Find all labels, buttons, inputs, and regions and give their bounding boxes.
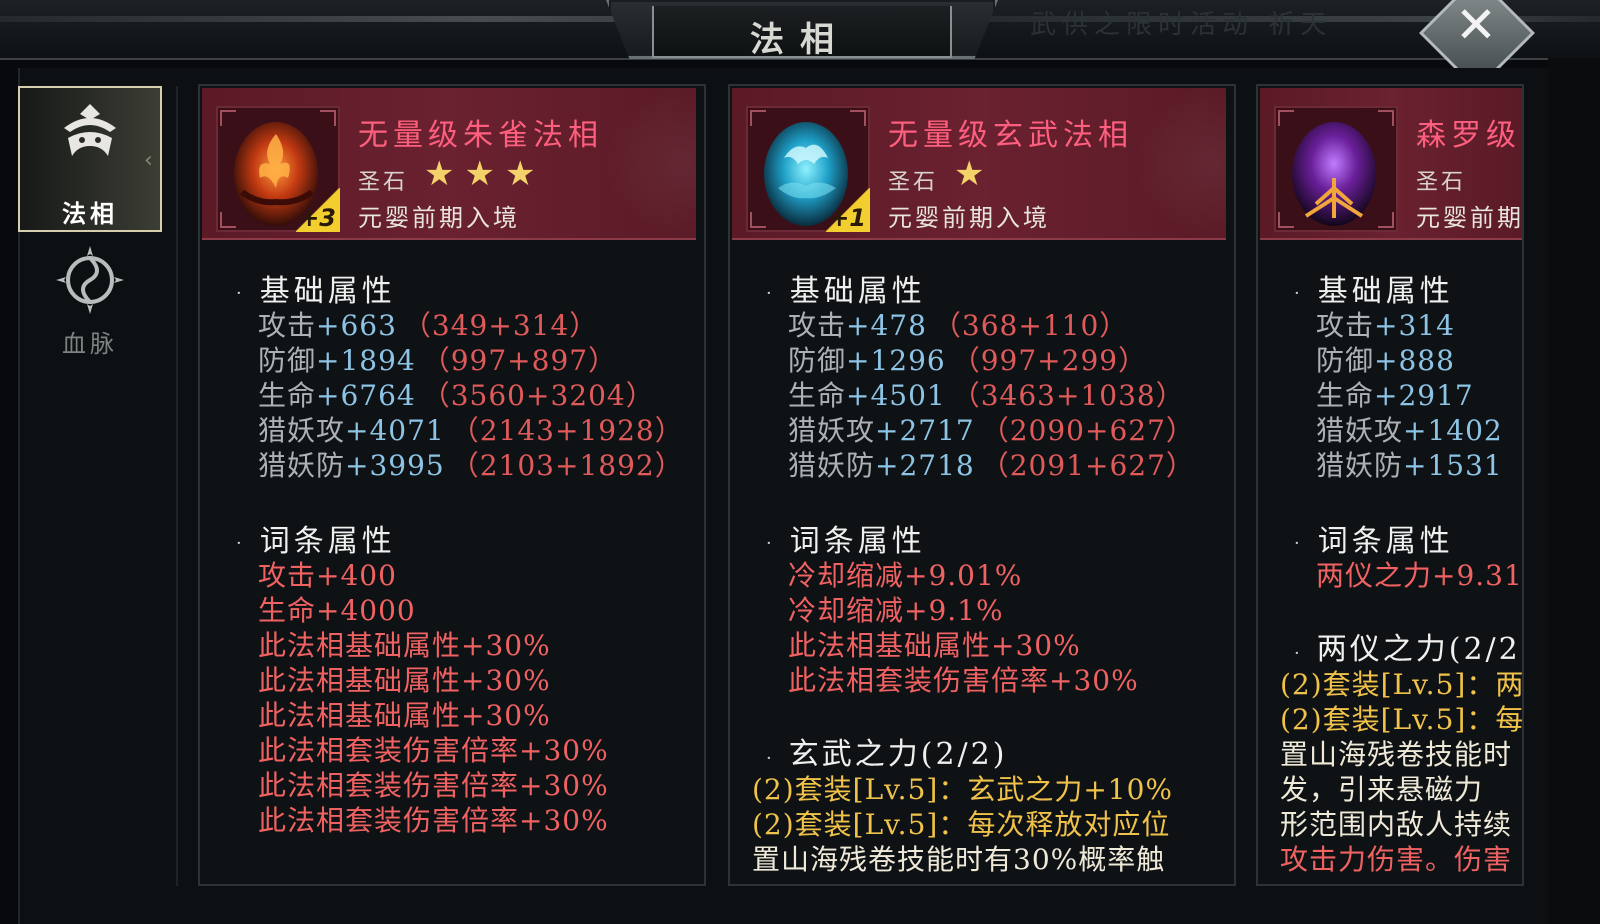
affix-line: 冷却缩减+9.01% [788,559,1023,592]
set-title: · 玄武之力(2/2) [766,737,1008,772]
stat-row: 防御+1894 （997+897） [258,344,618,377]
card-realm: 元婴前期 [1416,204,1524,232]
set-bonus-line: 发，引来悬磁力 [1280,773,1484,806]
card-type: 圣石 [888,170,939,195]
card-header: +3 无量级朱雀法相 圣石 ★ ★ ★ 元婴前期入境 [202,88,696,240]
sidebar-tab-faxiang[interactable]: 法相 [18,86,162,232]
card-type: 圣石 [1416,170,1467,195]
set-bonus-line: 攻击力伤害。伤害 [1280,843,1513,876]
stat-row: 猎妖攻+2717 （2090+627） [788,414,1195,447]
stat-row: 猎妖攻+4071 （2143+1928） [258,414,684,447]
star-icon: ★ [954,154,985,194]
star-icon: ★ [424,154,455,194]
stat-row: 猎妖防+2718 （2091+627） [788,449,1195,482]
card-realm: 元婴前期入境 [888,204,1050,232]
sidebar-tab-xuemai[interactable]: 血脉 [18,238,162,368]
sidebar-tab-label: 血脉 [62,330,118,358]
stat-row: 攻击+663 （349+314） [258,309,599,342]
stat-row: 猎妖防+1531 [1316,449,1503,482]
affix-line: 此法相基础属性+30% [258,664,551,697]
egg-portrait: +1 [746,106,870,232]
set-bonus-line: 形范围内敌人持续 [1280,808,1513,841]
sidebar-tab-label: 法相 [62,199,118,228]
background-banner-text: 武供之限时活动 祈天 [1030,10,1333,40]
set-bonus-line: (2)套装[Lv.5]：两 [1280,668,1524,701]
affix-line: 此法相套装伤害倍率+30% [258,734,609,767]
mask-crown-icon [64,104,116,156]
stat-row: 防御+888 [1316,344,1455,377]
egg-portrait [1274,106,1398,232]
affix-line: 此法相套装伤害倍率+30% [788,664,1139,697]
card-type: 圣石 [358,170,409,195]
stat-row: 生命+6764 （3560+3204） [258,379,655,412]
faxiang-card[interactable]: +3 无量级朱雀法相 圣石 ★ ★ ★ 元婴前期入境 · 基础属性 攻击+663 （34… [198,84,706,886]
card-name: 无量级朱雀法相 [358,118,603,153]
swirl-emblem-icon [56,246,124,314]
card-name: 无量级玄武法相 [888,118,1133,153]
faxiang-card[interactable]: +1 无量级玄武法相 圣石 ★ 元婴前期入境 · 基础属性 攻击+478 （368+… [728,84,1236,886]
card-name: 森罗级 [1416,118,1521,153]
set-title: · 两仪之力(2/2) [1294,632,1524,667]
star-icon: ★ [464,154,495,194]
affix-line: 攻击+400 [258,559,397,592]
stat-row: 攻击+478 （368+110） [788,309,1129,342]
set-bonus-line: 置山海残卷技能时有30%概率触 [752,843,1166,876]
stat-row: 生命+4501 （3463+1038） [788,379,1185,412]
affix-line: 此法相基础属性+30% [258,629,551,662]
affix-line: 此法相套装伤害倍率+30% [258,769,609,802]
level-badge: +1 [826,188,870,232]
star-rating: ★ [954,154,994,194]
stat-row: 防御+1296 （997+299） [788,344,1148,377]
card-realm: 元婴前期入境 [358,204,520,232]
stat-row: 猎妖防+3995 （2103+1892） [258,449,684,482]
card-header: 森罗级 圣石 元婴前期 [1260,88,1524,240]
affix-line: 此法相基础属性+30% [788,629,1081,662]
stat-row: 攻击+314 [1316,309,1455,342]
set-bonus-line: 置山海残卷技能时 [1280,738,1513,771]
stat-row: 猎妖攻+1402 [1316,414,1503,447]
star-rating: ★ ★ ★ [424,154,545,194]
card-header: +1 无量级玄武法相 圣石 ★ 元婴前期入境 [732,88,1226,240]
affix-line: 生命+4000 [258,594,416,627]
chevron-left-icon: ‹ [144,148,153,173]
close-icon[interactable]: ✕ [1448,0,1504,50]
sidebar-divider [176,86,178,886]
affix-line: 两仪之力+9.31 [1316,559,1523,592]
window-title: 法相 [750,20,850,60]
star-icon: ★ [504,154,536,194]
stat-row: 生命+2917 [1316,379,1474,412]
egg-portrait: +3 [216,106,340,232]
set-bonus-line: (2)套装[Lv.5]：玄武之力+10% [752,773,1174,806]
level-badge: +3 [296,188,340,232]
faxiang-card[interactable]: 森罗级 圣石 元婴前期 · 基础属性 攻击+314 防御+888 生命+2917 … [1256,84,1524,886]
affix-line: 冷却缩减+9.1% [788,594,1004,627]
set-bonus-line: (2)套装[Lv.5]：每次释放对应位 [752,808,1171,841]
affix-line: 此法相套装伤害倍率+30% [258,804,609,837]
affix-line: 此法相基础属性+30% [258,699,551,732]
right-edge [1548,58,1600,924]
set-bonus-line: (2)套装[Lv.5]：每 [1280,703,1524,736]
